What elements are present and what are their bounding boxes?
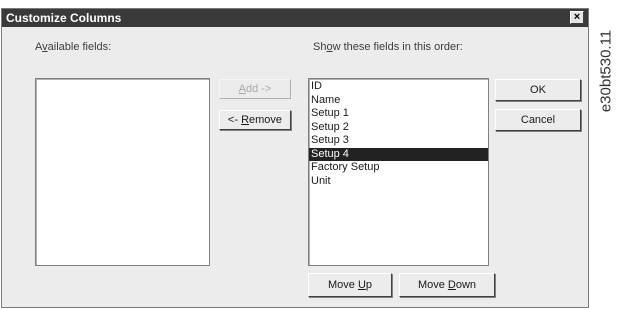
cancel-button[interactable]: Cancel <box>495 109 581 131</box>
available-fields-label: Available fields: <box>35 41 112 53</box>
customize-columns-dialog: Customize Columns × Available fields: Sh… <box>1 8 589 308</box>
close-button[interactable]: × <box>570 11 584 24</box>
shown-fields-label: Show these fields in this order: <box>313 41 463 53</box>
add-button[interactable]: Add -> <box>219 79 291 99</box>
shown-field-item[interactable]: Setup 3 <box>309 134 488 148</box>
shown-field-item[interactable]: Setup 2 <box>309 121 488 135</box>
available-fields-list[interactable] <box>35 78 210 266</box>
figure-id-text: e30bt530.11 <box>597 29 615 113</box>
title-bar: Customize Columns × <box>2 9 588 27</box>
move-down-button[interactable]: Move Down <box>399 273 495 297</box>
shown-field-item[interactable]: ID <box>309 80 488 94</box>
shown-field-item[interactable]: Setup 1 <box>309 107 488 121</box>
ok-button[interactable]: OK <box>495 79 581 101</box>
shown-field-item[interactable]: Factory Setup <box>309 161 488 175</box>
shown-field-item[interactable]: Setup 4 <box>309 147 488 161</box>
shown-field-item[interactable]: Name <box>309 94 488 108</box>
dialog-title: Customize Columns <box>6 11 122 25</box>
shown-field-item[interactable]: Unit <box>309 175 488 189</box>
figure-id-label: e30bt530.11 <box>592 16 620 126</box>
shown-fields-list[interactable]: ID Name Setup 1 Setup 2 Setup 3 Setup 4 Factor… <box>308 78 489 266</box>
move-up-button[interactable]: Move Up <box>308 273 392 297</box>
remove-button[interactable]: <- Remove <box>219 110 291 130</box>
